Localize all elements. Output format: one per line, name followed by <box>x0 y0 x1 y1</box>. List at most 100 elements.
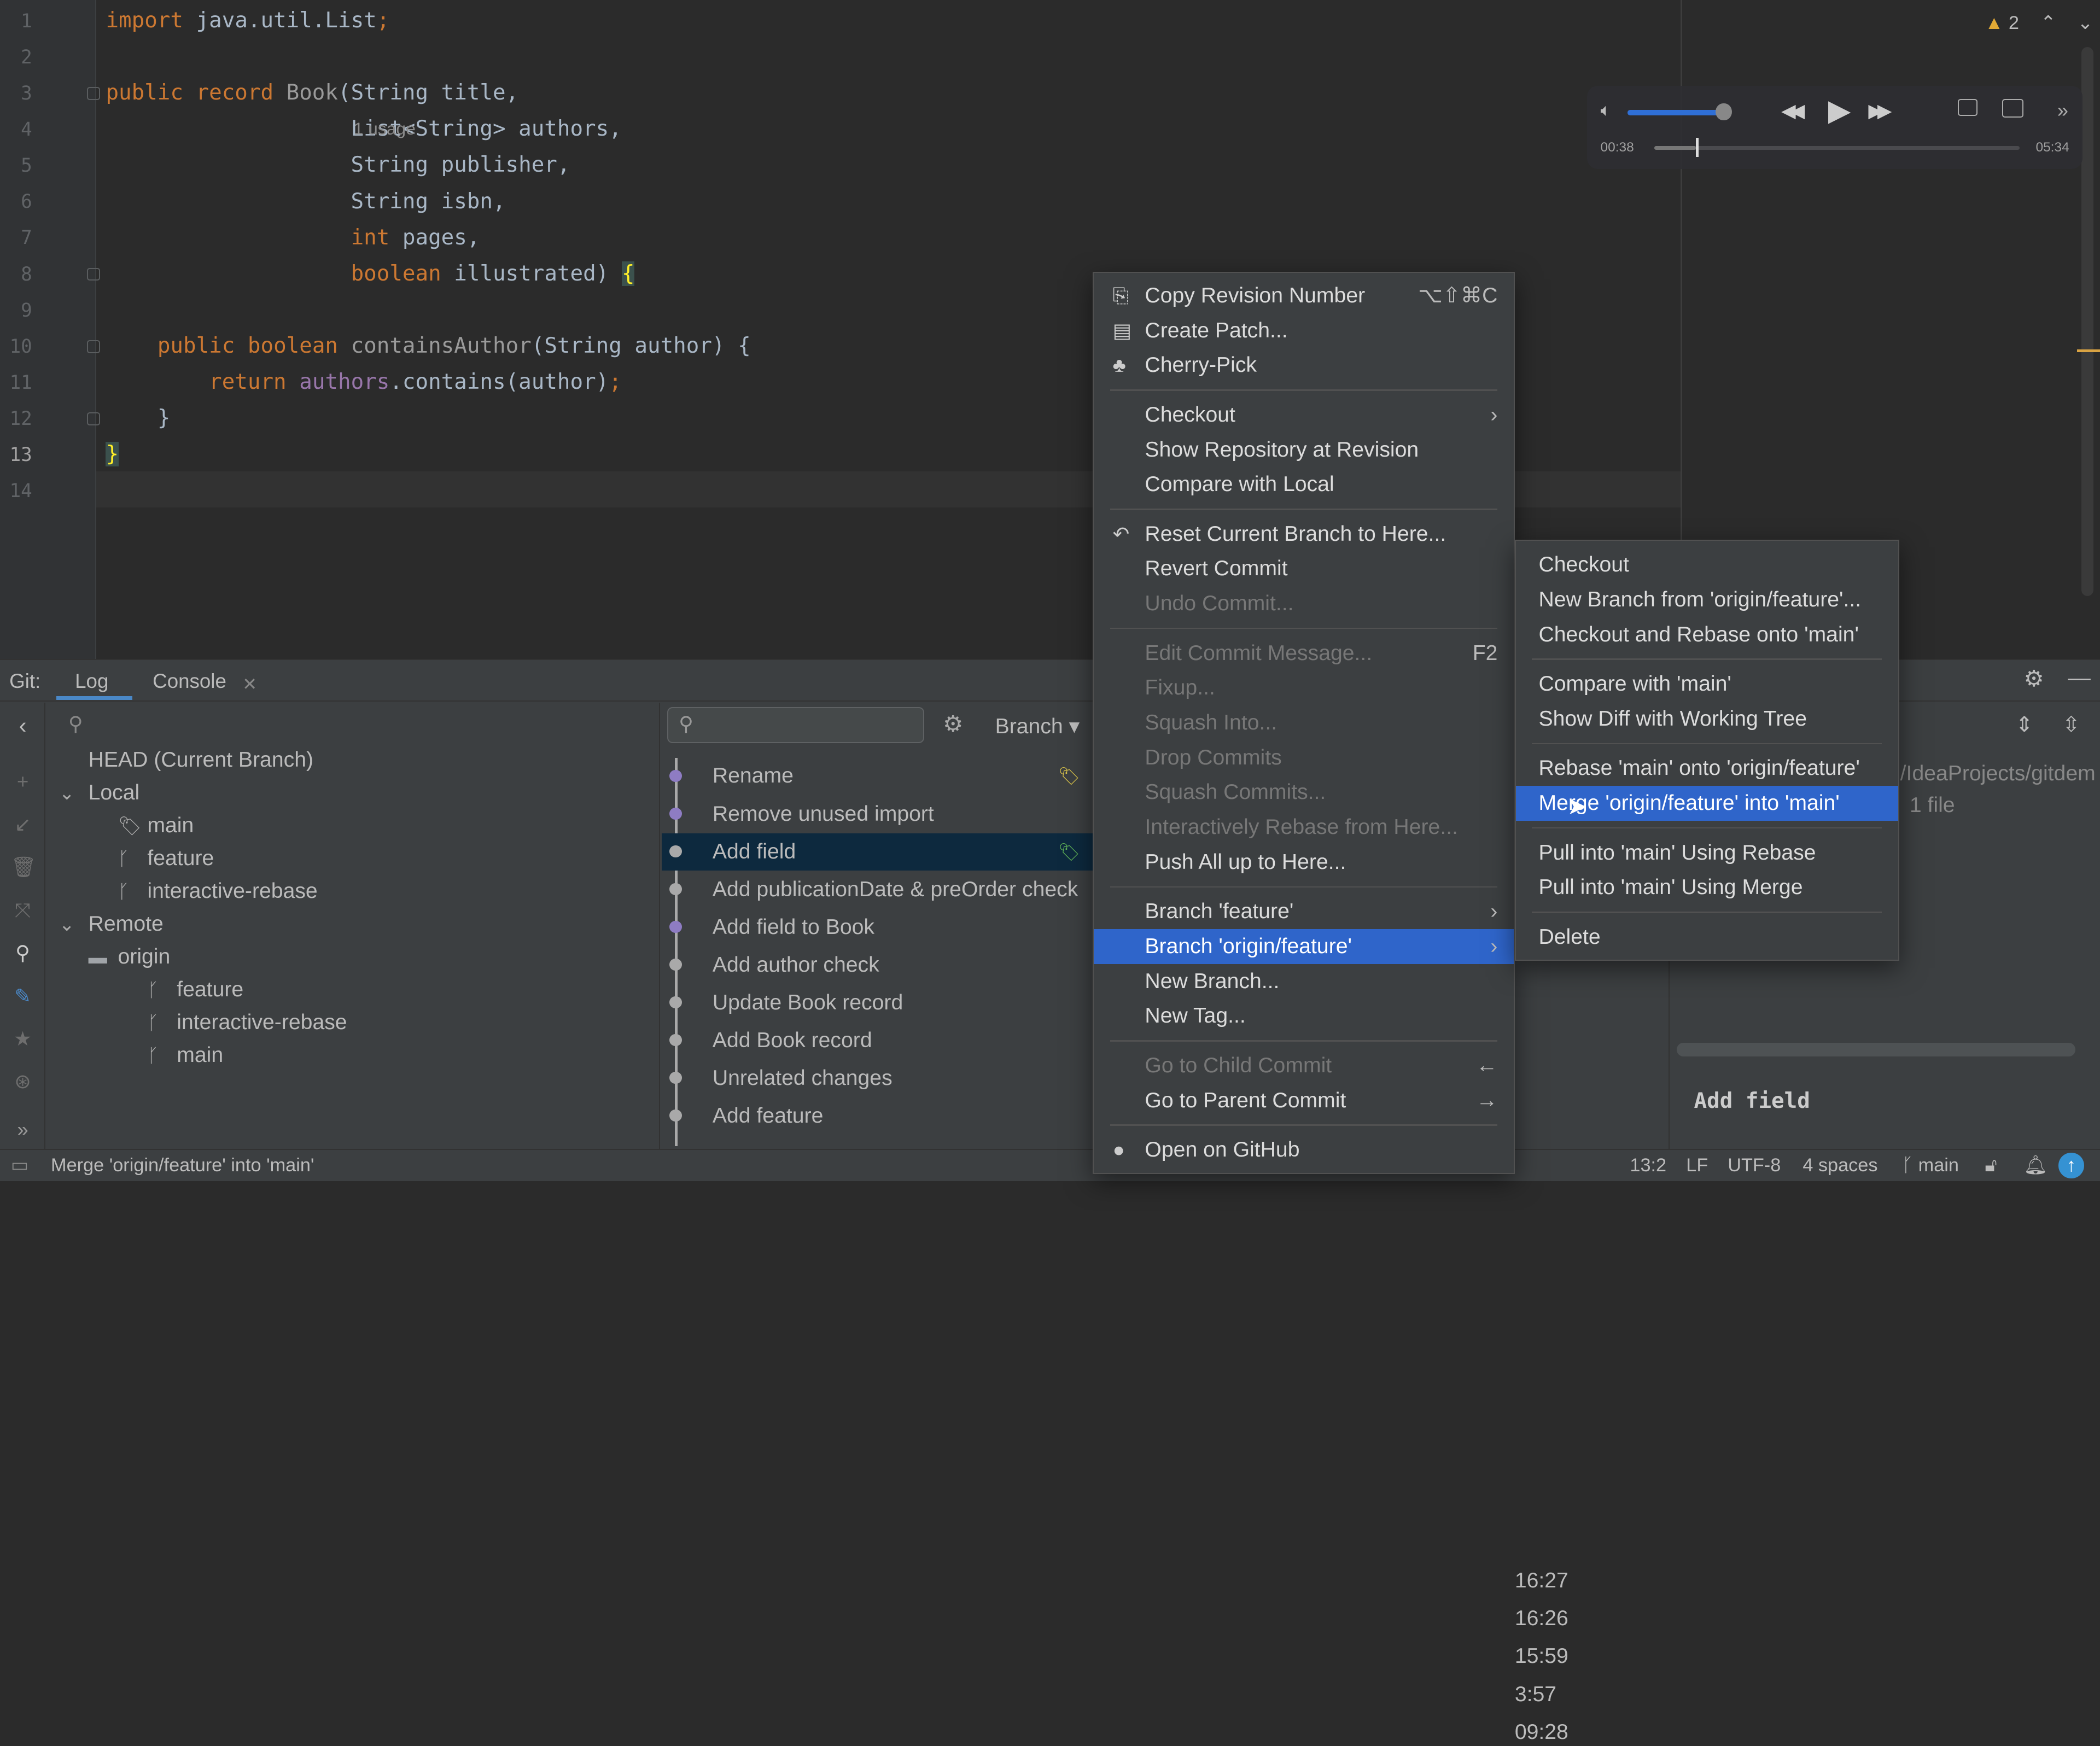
code-line[interactable]: public boolean containsAuthor(String aut… <box>106 328 751 364</box>
favorite-star-icon[interactable]: ★ <box>11 1027 35 1051</box>
expand-all-icon[interactable]: ⇕ <box>2015 712 2033 739</box>
tree-item[interactable]: ⌄ Local <box>59 780 140 807</box>
branch-widget[interactable]: ᚴ main <box>1902 1154 1959 1177</box>
filter-settings-icon[interactable]: ⚙ <box>943 711 963 738</box>
menu-item-push-all-up-to-here[interactable]: Push All up to Here... <box>1094 845 1513 880</box>
fold-marker-icon[interactable] <box>87 340 100 353</box>
rewind-icon[interactable]: ◀◀ <box>1781 102 1805 121</box>
volume-icon[interactable]: 🔈︎ <box>1601 101 1611 119</box>
branch-filter-dropdown[interactable]: Branch ▾ <box>995 714 1080 740</box>
file-encoding[interactable]: UTF-8 <box>1728 1154 1781 1177</box>
chevron-down-icon[interactable]: ⌄ <box>59 780 89 807</box>
usage-inlay-hint[interactable]: 1 usage <box>354 116 416 141</box>
menu-item-new-tag[interactable]: New Tag... <box>1094 998 1513 1033</box>
menu-item-cherry-pick[interactable]: ♣ Cherry-Pick <box>1094 348 1513 383</box>
code-line[interactable]: } <box>106 436 119 472</box>
back-arrow-icon[interactable]: ‹ <box>11 713 35 738</box>
tree-item[interactable]: HEAD (Current Branch) <box>59 747 313 774</box>
tree-item[interactable]: ᚴ interactive-rebase <box>118 878 318 906</box>
chevron-down-icon[interactable]: ⌄ <box>59 912 89 938</box>
progress-track[interactable] <box>1654 145 2020 150</box>
code-line[interactable]: public record Book(String title, <box>106 75 518 111</box>
delete-icon[interactable]: 🗑︎ <box>11 855 37 879</box>
tree-item[interactable]: ▬ origin <box>89 944 171 971</box>
menu-item-open-on-github[interactable]: ● Open on GitHub <box>1094 1132 1513 1167</box>
edit-icon[interactable]: ✎ <box>11 984 35 1008</box>
menu-item-pull-into-main-using-rebase[interactable]: Pull into 'main' Using Rebase <box>1516 836 1898 871</box>
volume-slider-handle[interactable] <box>1716 103 1732 121</box>
tree-item[interactable]: ᚴ interactive-rebase <box>147 1009 347 1037</box>
search-icon[interactable]: ⚲ <box>11 941 35 965</box>
collapse-all-icon[interactable]: ⇳ <box>2062 712 2080 739</box>
code-line[interactable]: String isbn, <box>106 184 506 220</box>
tab-console[interactable]: Console <box>153 669 226 693</box>
play-icon[interactable]: ▶ <box>1828 96 1851 126</box>
menu-item-show-repository-at-revision[interactable]: Show Repository at Revision <box>1094 433 1513 468</box>
commit-message: Add author check <box>712 953 879 977</box>
minimize-icon[interactable]: — <box>2068 665 2091 690</box>
code-line[interactable]: String publisher, <box>106 147 570 183</box>
fold-marker-icon[interactable] <box>87 412 100 425</box>
menu-item-compare-with-main[interactable]: Compare with 'main' <box>1516 667 1898 702</box>
checkout-icon[interactable]: ↙ <box>11 813 35 837</box>
tab-log[interactable]: Log <box>75 669 108 693</box>
menu-item-compare-with-local[interactable]: Compare with Local <box>1094 467 1513 502</box>
unlock-icon[interactable]: 🔓︎ <box>1985 1154 1997 1177</box>
caret-position[interactable]: 13:2 <box>1630 1154 1666 1177</box>
update-icon[interactable]: ↑ <box>2058 1153 2084 1178</box>
horizontal-scrollbar[interactable] <box>1676 1043 2076 1056</box>
toggle-tool-windows-icon[interactable]: ▭ <box>11 1154 28 1177</box>
close-console-icon[interactable]: ✕ <box>242 672 257 696</box>
tree-item[interactable]: 🏷︎ main <box>118 813 194 840</box>
indent-setting[interactable]: 4 spaces <box>1802 1154 1877 1177</box>
add-icon[interactable]: + <box>11 770 35 794</box>
menu-item-go-to-parent-commit[interactable]: Go to Parent Commit → <box>1094 1083 1513 1118</box>
menu-item-new-branch[interactable]: New Branch... <box>1094 964 1513 999</box>
fold-marker-icon[interactable] <box>87 87 100 100</box>
menu-item-revert-commit[interactable]: Revert Commit <box>1094 551 1513 586</box>
search-icon[interactable]: ⚲ <box>68 712 83 736</box>
menu-item-branch-origin-feature[interactable]: Branch 'origin/feature' › <box>1094 929 1514 964</box>
line-ending[interactable]: LF <box>1686 1154 1708 1177</box>
tree-item[interactable]: ᚴ feature <box>147 977 243 1004</box>
code-line[interactable]: int pages, <box>106 220 480 256</box>
progress-handle[interactable] <box>1695 138 1699 157</box>
menu-item-new-branch-from-origin-feature[interactable]: New Branch from 'origin/feature'... <box>1516 582 1898 617</box>
merge-icon[interactable]: ⤧ <box>11 898 35 922</box>
remote-icon[interactable]: ⊛ <box>11 1070 35 1094</box>
warnings-indicator[interactable]: ▲ 2 ⌃ ⌄ <box>1985 11 2093 35</box>
menu-item-branch-feature[interactable]: Branch 'feature' › <box>1094 894 1513 929</box>
previous-highlight-icon[interactable]: ⌃ <box>2040 13 2056 33</box>
code-line[interactable]: } <box>106 400 171 436</box>
menu-item-delete[interactable]: Delete <box>1516 920 1898 955</box>
menu-item-rebase-main-onto-origin-feature[interactable]: Rebase 'main' onto 'origin/feature' <box>1516 751 1898 786</box>
menu-item-show-diff-with-working-tree[interactable]: Show Diff with Working Tree <box>1516 702 1898 737</box>
menu-item-checkout[interactable]: Checkout › <box>1094 398 1513 433</box>
menu-item-reset-current-branch-to-here[interactable]: ↶ Reset Current Branch to Here... <box>1094 517 1513 552</box>
menu-item-pull-into-main-using-merge[interactable]: Pull into 'main' Using Merge <box>1516 870 1898 905</box>
fold-marker-icon[interactable] <box>87 267 100 281</box>
fast-forward-icon[interactable]: ▶▶ <box>1868 102 1892 121</box>
menu-item-copy-revision-number[interactable]: ⎘ Copy Revision Number ⌥⇧⌘C <box>1094 278 1513 313</box>
warning-stripe-marker[interactable] <box>2077 349 2100 353</box>
tree-item[interactable]: ᚴ feature <box>118 845 214 873</box>
notifications-bell-icon[interactable]: 🔔︎ <box>2023 1154 2048 1177</box>
more-controls-icon[interactable]: » <box>2057 100 2068 121</box>
commit-search-input[interactable]: ⚲ <box>667 706 924 743</box>
volume-slider[interactable] <box>1627 109 1724 115</box>
code-line[interactable]: return authors.contains(author); <box>106 364 622 400</box>
chevron-right-icon: › <box>1490 402 1498 427</box>
picture-in-picture-icon[interactable] <box>2002 99 2023 118</box>
code-line[interactable]: boolean illustrated) { <box>106 256 635 292</box>
editor-scrollbar[interactable] <box>2081 46 2093 596</box>
settings-gear-icon[interactable]: ⚙ <box>2023 667 2044 691</box>
more-icon[interactable]: » <box>11 1118 35 1142</box>
code-line[interactable]: import java.util.List; <box>106 3 389 39</box>
tree-item[interactable]: ᚴ main <box>147 1042 223 1070</box>
menu-item-create-patch[interactable]: ▤ Create Patch... <box>1094 313 1513 348</box>
menu-item-checkout-and-rebase-onto-main[interactable]: Checkout and Rebase onto 'main' <box>1516 617 1898 652</box>
next-highlight-icon[interactable]: ⌄ <box>2077 13 2093 33</box>
airplay-icon[interactable] <box>1958 99 1978 116</box>
tree-item[interactable]: ⌄ Remote <box>59 911 164 938</box>
menu-item-checkout[interactable]: Checkout <box>1516 547 1898 582</box>
